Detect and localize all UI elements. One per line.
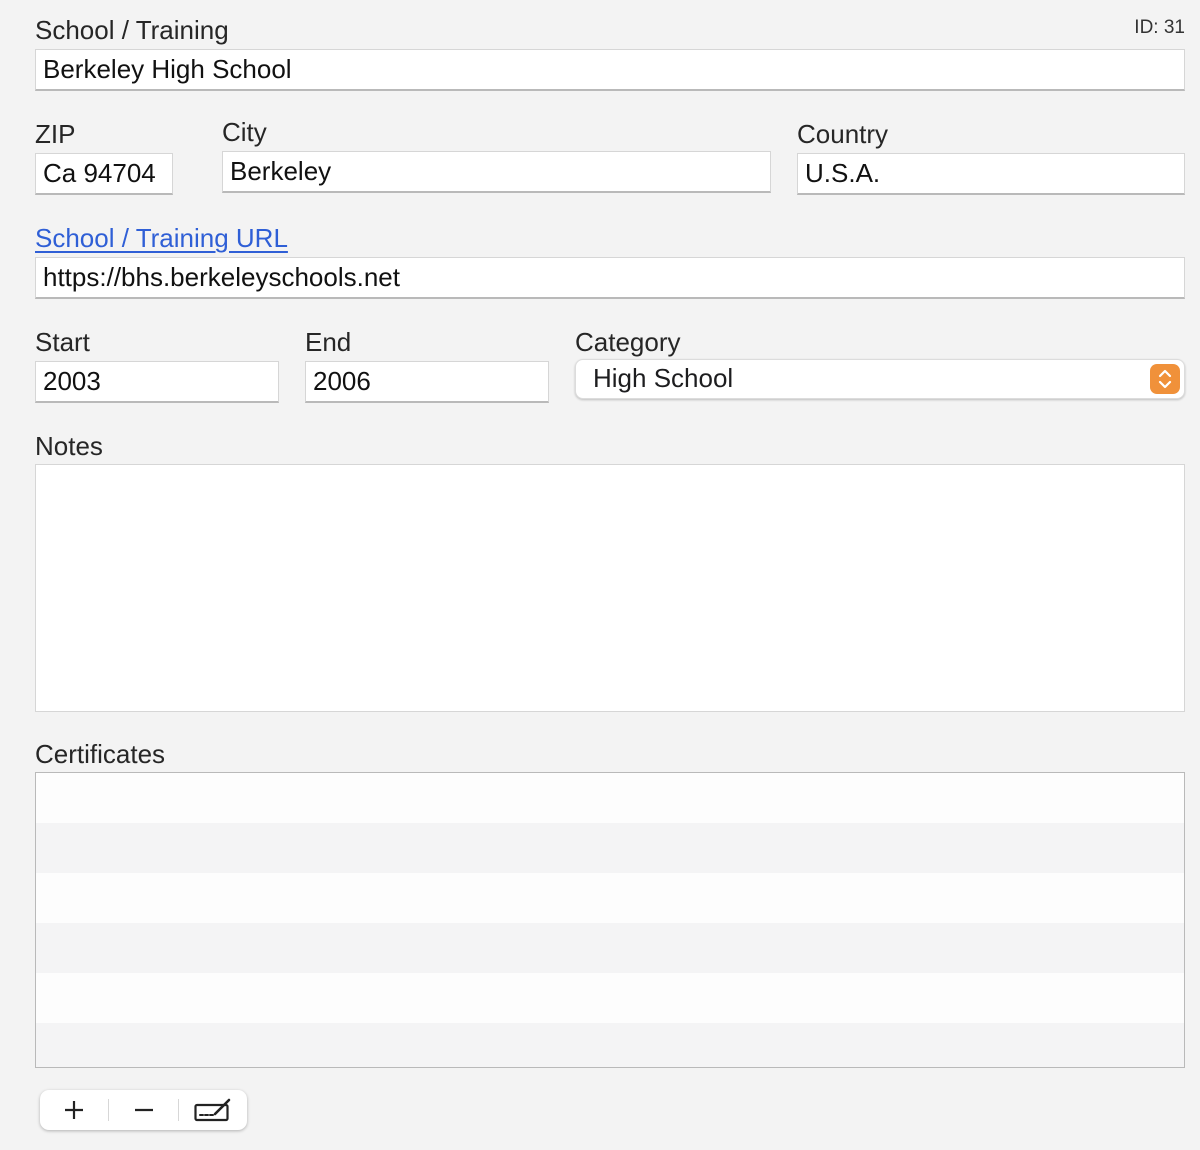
school-field[interactable]: Berkeley High School [35,49,1185,91]
school-url-link[interactable]: School / Training URL [35,223,288,253]
edit-certificate-button[interactable] [179,1090,247,1130]
country-label: Country [797,119,889,149]
table-row[interactable] [36,773,1184,823]
school-label: School / Training [35,15,229,45]
category-label: Category [575,327,681,357]
category-value: High School [593,363,734,393]
add-certificate-button[interactable] [40,1090,108,1130]
notes-label: Notes [35,431,103,461]
plus-icon [65,1101,84,1119]
url-field[interactable]: https://bhs.berkeleyschools.net [35,257,1185,299]
certificates-table[interactable] [35,772,1185,1068]
table-row[interactable] [36,973,1184,1023]
country-field[interactable]: U.S.A. [797,153,1185,195]
notes-textarea[interactable] [35,464,1185,712]
certificates-label: Certificates [35,739,166,769]
zip-field[interactable]: Ca 94704 [35,153,173,195]
end-label: End [305,327,352,357]
end-field[interactable]: 2006 [305,361,549,403]
edit-signature-icon [194,1098,231,1122]
record-id-label: ID: 31 [1134,17,1185,38]
certificates-toolbar [40,1090,247,1130]
remove-certificate-button[interactable] [109,1090,177,1130]
table-row[interactable] [36,823,1184,873]
table-row[interactable] [36,873,1184,923]
city-field[interactable]: Berkeley [222,151,771,193]
category-select[interactable]: High School [575,359,1185,399]
start-field[interactable]: 2003 [35,361,279,403]
minus-icon [134,1108,153,1112]
table-row[interactable] [36,1023,1184,1067]
table-row[interactable] [36,923,1184,973]
start-label: Start [35,327,90,357]
zip-label: ZIP [35,119,76,149]
city-label: City [222,117,267,147]
stepper-chevrons-icon[interactable] [1150,364,1180,394]
